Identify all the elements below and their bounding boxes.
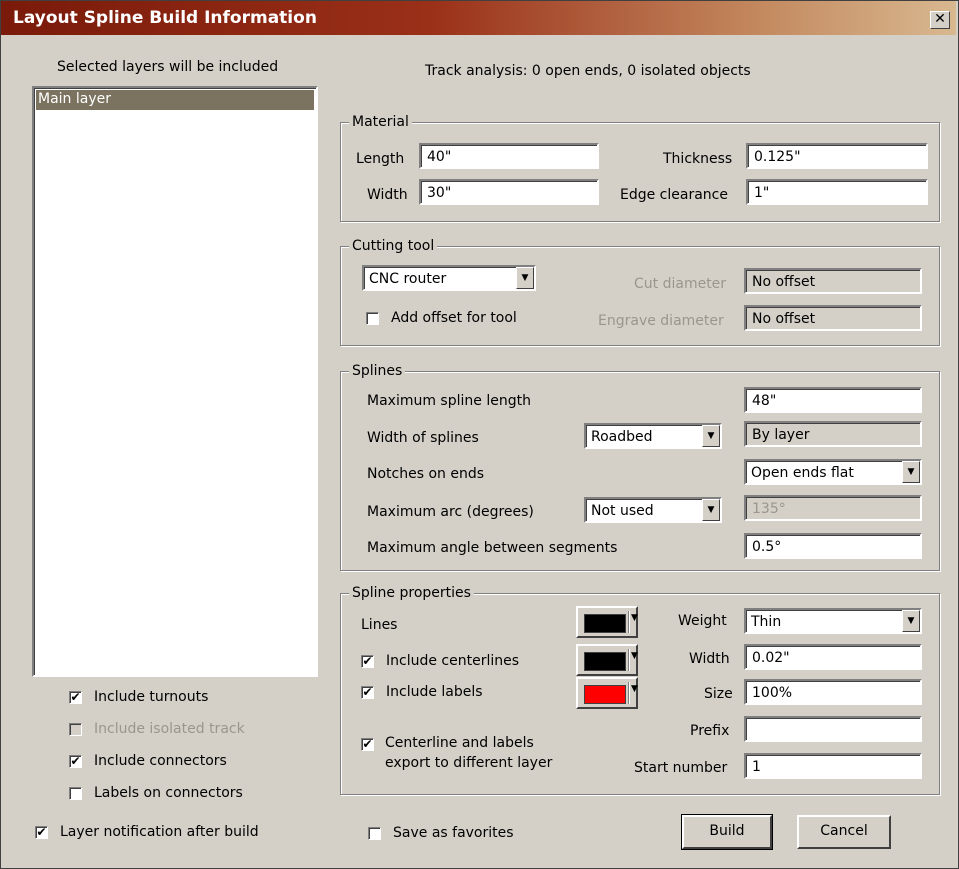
tool-select-value: CNC router bbox=[369, 271, 447, 287]
engrave-diameter-field: No offset bbox=[744, 305, 922, 331]
color-button-divider bbox=[628, 682, 629, 704]
chevron-down-icon[interactable]: ▼ bbox=[902, 610, 920, 632]
include-labels-label: Include labels bbox=[386, 684, 483, 700]
chevron-down-icon: ▼ bbox=[631, 684, 638, 694]
lines-color-button[interactable]: ▼ bbox=[576, 606, 638, 638]
chevron-down-icon[interactable]: ▼ bbox=[702, 499, 720, 521]
spline-width-value-field: By layer bbox=[744, 421, 922, 447]
chevron-down-icon: ▼ bbox=[631, 613, 638, 623]
include-connectors-label: Include connectors bbox=[94, 753, 227, 769]
line-width-field[interactable]: 0.02" bbox=[744, 644, 922, 670]
max-arc-mode-value: Not used bbox=[591, 503, 654, 519]
notches-select[interactable]: Open ends flat ▼ bbox=[744, 459, 922, 485]
width-of-splines-label: Width of splines bbox=[367, 430, 479, 446]
centerlines-color-button[interactable]: ▼ bbox=[576, 644, 638, 676]
layers-listbox[interactable]: Main layer bbox=[32, 86, 318, 677]
size-label: Size bbox=[704, 686, 733, 702]
include-connectors-checkbox[interactable]: ✔ bbox=[69, 755, 82, 768]
tool-select[interactable]: CNC router ▼ bbox=[362, 265, 536, 291]
max-angle-field[interactable]: 0.5° bbox=[744, 533, 922, 559]
max-spline-length-field[interactable]: 48" bbox=[744, 387, 922, 413]
max-spline-length-label: Maximum spline length bbox=[367, 393, 531, 409]
max-arc-select[interactable]: Not used ▼ bbox=[584, 497, 722, 523]
engrave-diameter-label: Engrave diameter bbox=[598, 313, 724, 329]
include-isolated-track-checkbox bbox=[69, 723, 82, 736]
size-field[interactable]: 100% bbox=[744, 679, 922, 705]
include-centerlines-checkbox[interactable]: ✔ bbox=[361, 655, 374, 668]
add-offset-label: Add offset for tool bbox=[391, 310, 517, 326]
length-field[interactable]: 40" bbox=[419, 143, 599, 169]
include-labels-checkbox[interactable]: ✔ bbox=[361, 686, 374, 699]
add-offset-checkbox[interactable] bbox=[366, 312, 379, 325]
layer-item-main[interactable]: Main layer bbox=[36, 90, 314, 110]
notches-value: Open ends flat bbox=[751, 465, 854, 481]
width-label: Width bbox=[367, 187, 408, 203]
build-button[interactable]: Build bbox=[681, 814, 773, 850]
cancel-button[interactable]: Cancel bbox=[797, 815, 891, 849]
export-different-layer-checkbox[interactable]: ✔ bbox=[361, 738, 374, 751]
layers-header: Selected layers will be included bbox=[57, 59, 279, 75]
weight-value: Thin bbox=[751, 614, 782, 630]
layer-notification-label: Layer notification after build bbox=[60, 824, 259, 840]
max-arc-value-field: 135° bbox=[744, 495, 922, 521]
weight-label: Weight bbox=[678, 613, 727, 629]
prefix-field[interactable] bbox=[744, 716, 922, 742]
splines-group-title: Splines bbox=[349, 362, 406, 380]
labels-color-button[interactable]: ▼ bbox=[576, 677, 638, 709]
material-group: Material bbox=[340, 113, 940, 222]
cut-diameter-label: Cut diameter bbox=[634, 276, 727, 292]
track-analysis-text: Track analysis: 0 open ends, 0 isolated … bbox=[425, 63, 751, 79]
chevron-down-icon[interactable]: ▼ bbox=[702, 425, 720, 447]
max-angle-label: Maximum angle between segments bbox=[367, 540, 618, 556]
centerlines-color-swatch bbox=[584, 652, 626, 671]
include-turnouts-label: Include turnouts bbox=[94, 689, 209, 705]
edge-clearance-field[interactable]: 1" bbox=[746, 179, 928, 205]
include-centerlines-label: Include centerlines bbox=[386, 653, 520, 669]
chevron-down-icon[interactable]: ▼ bbox=[902, 461, 920, 483]
window-title: Layout Spline Build Information bbox=[13, 8, 317, 28]
spline-properties-group-title: Spline properties bbox=[349, 584, 474, 602]
thickness-field[interactable]: 0.125" bbox=[746, 143, 928, 169]
labels-on-connectors-label: Labels on connectors bbox=[94, 785, 243, 801]
start-number-field[interactable]: 1 bbox=[744, 753, 922, 779]
color-button-divider bbox=[628, 611, 629, 633]
include-turnouts-checkbox[interactable]: ✔ bbox=[69, 691, 82, 704]
chevron-down-icon[interactable]: ▼ bbox=[516, 267, 534, 289]
cut-diameter-field: No offset bbox=[744, 268, 922, 294]
save-favorites-checkbox[interactable] bbox=[368, 827, 381, 840]
save-favorites-label: Save as favorites bbox=[393, 825, 514, 841]
lines-color-swatch bbox=[584, 614, 626, 633]
include-isolated-track-label: Include isolated track bbox=[94, 721, 245, 737]
material-group-title: Material bbox=[349, 113, 412, 131]
layer-notification-checkbox[interactable]: ✔ bbox=[35, 826, 48, 839]
color-button-divider bbox=[628, 649, 629, 671]
export-label-line1: Centerline and labels bbox=[385, 735, 534, 751]
lines-label: Lines bbox=[361, 617, 398, 633]
labels-color-swatch bbox=[584, 685, 626, 704]
line-width-label: Width bbox=[689, 651, 730, 667]
max-arc-label: Maximum arc (degrees) bbox=[367, 504, 534, 520]
chevron-down-icon: ▼ bbox=[631, 651, 638, 661]
width-field[interactable]: 30" bbox=[419, 179, 599, 205]
title-bar[interactable]: Layout Spline Build Information ✕ bbox=[1, 1, 956, 35]
cutting-tool-group: Cutting tool bbox=[340, 237, 940, 346]
notches-label: Notches on ends bbox=[367, 466, 485, 482]
length-label: Length bbox=[356, 151, 405, 167]
spline-width-select[interactable]: Roadbed ▼ bbox=[584, 423, 722, 449]
weight-select[interactable]: Thin ▼ bbox=[744, 608, 922, 634]
close-icon[interactable]: ✕ bbox=[930, 11, 950, 29]
edge-clearance-label: Edge clearance bbox=[620, 187, 728, 203]
start-number-label: Start number bbox=[634, 760, 728, 776]
cutting-tool-group-title: Cutting tool bbox=[349, 237, 438, 255]
spline-width-value: Roadbed bbox=[591, 429, 653, 445]
thickness-label: Thickness bbox=[663, 151, 733, 167]
labels-on-connectors-checkbox[interactable] bbox=[69, 787, 82, 800]
export-label-line2: export to different layer bbox=[385, 755, 553, 771]
prefix-label: Prefix bbox=[690, 723, 730, 739]
